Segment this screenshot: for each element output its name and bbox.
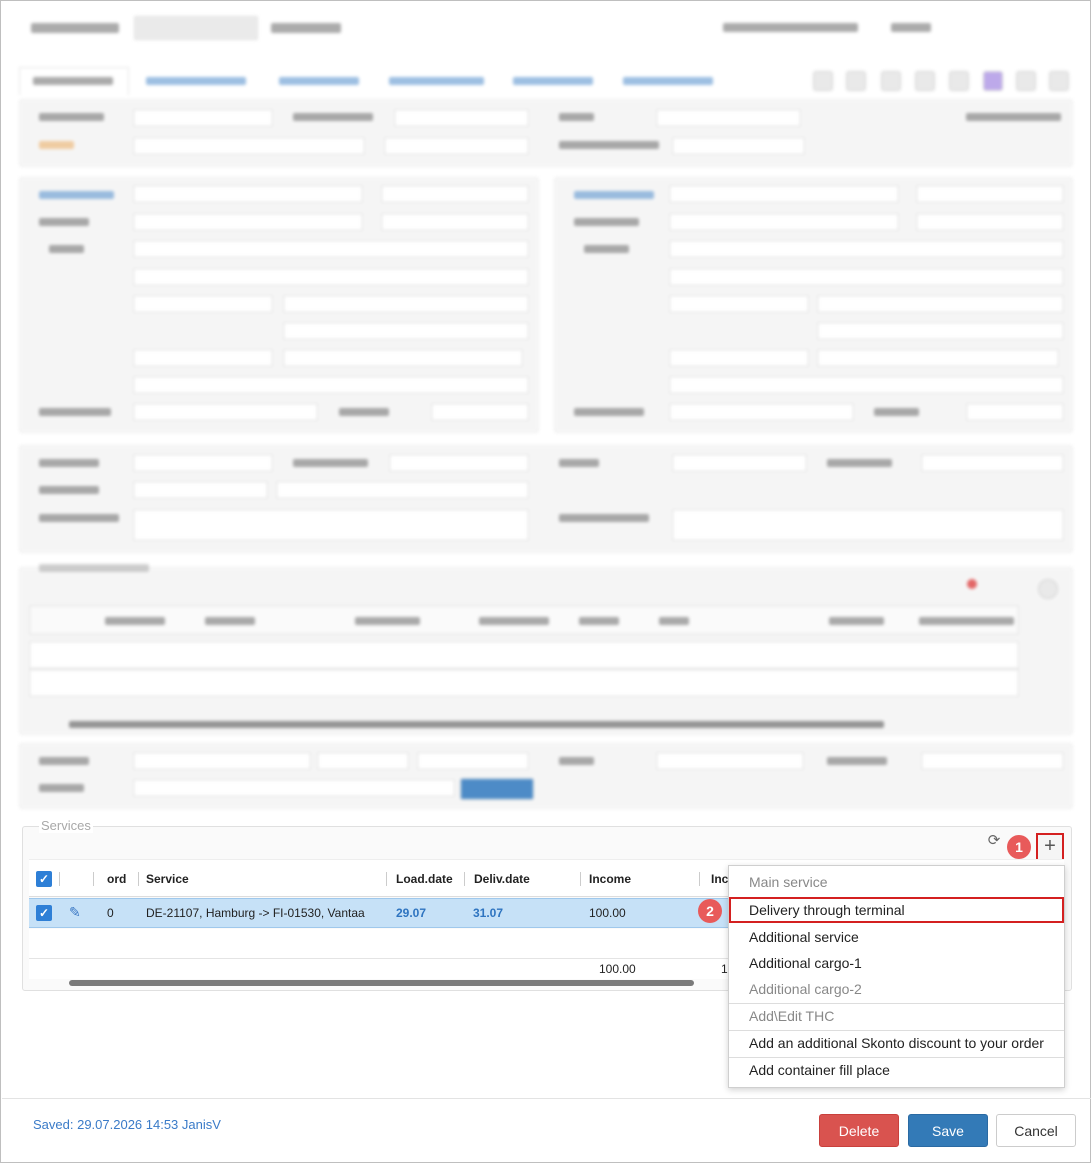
horizontal-scrollbar[interactable] xyxy=(69,980,694,986)
column-header-load-date[interactable]: Load.date xyxy=(390,860,453,898)
refresh-icon[interactable]: ⟳ xyxy=(986,833,1002,849)
menu-item-additional-service[interactable]: Additional service xyxy=(729,924,1064,950)
menu-item-container-fill-place[interactable]: Add container fill place xyxy=(729,1057,1064,1083)
menu-item-main-service: Main service xyxy=(749,874,828,890)
totals-row: 100.00 1 xyxy=(29,959,729,979)
select-all-checkbox[interactable]: ✓ xyxy=(36,871,52,887)
column-header-income[interactable]: Income xyxy=(583,860,631,898)
menu-item-add-edit-thc: Add\Edit THC xyxy=(749,1008,835,1024)
total-income: 100.00 xyxy=(599,962,636,976)
save-button[interactable]: Save xyxy=(908,1114,988,1147)
delete-button[interactable]: Delete xyxy=(819,1114,899,1147)
footer-divider xyxy=(2,1098,1091,1099)
row-service: DE-21107, Hamburg -> FI-01530, Vantaa xyxy=(146,906,365,920)
order-form-blurred xyxy=(1,1,1091,813)
add-service-menu: Main service Delivery through terminal A… xyxy=(728,865,1065,1088)
menu-item-additional-cargo-1[interactable]: Additional cargo-1 xyxy=(729,950,1064,976)
column-header-deliv-date[interactable]: Deliv.date xyxy=(468,860,530,898)
step-marker-2: 2 xyxy=(698,899,722,923)
column-header-service[interactable]: Service xyxy=(140,860,189,898)
total-next: 1 xyxy=(721,962,728,976)
pencil-icon[interactable]: ✎ xyxy=(69,904,81,921)
add-service-button[interactable]: + xyxy=(1036,833,1064,861)
menu-item-skonto-discount[interactable]: Add an additional Skonto discount to you… xyxy=(729,1030,1064,1056)
row-checkbox[interactable]: ✓ xyxy=(36,905,52,921)
saved-status: Saved: 29.07.2026 14:53 JanisV xyxy=(33,1117,221,1132)
row-income: 100.00 xyxy=(589,906,626,920)
table-row[interactable]: ✓ ✎ 0 DE-21107, Hamburg -> FI-01530, Van… xyxy=(29,898,729,928)
services-legend: Services xyxy=(39,818,93,833)
empty-row xyxy=(29,929,729,959)
row-ord: 0 xyxy=(107,906,114,920)
menu-item-delivery-through-terminal[interactable]: Delivery through terminal xyxy=(729,897,1064,923)
menu-item-additional-cargo-2: Additional cargo-2 xyxy=(749,981,862,997)
client-order-window: Services ⟳ 1 + ✓ ord Service Load.date D… xyxy=(0,0,1091,1163)
column-header-ord[interactable]: ord xyxy=(101,860,126,898)
step-marker-1: 1 xyxy=(1007,835,1031,859)
row-deliv-date[interactable]: 31.07 xyxy=(473,899,503,927)
column-header-inc[interactable]: Inc xyxy=(705,860,728,898)
cancel-button[interactable]: Cancel xyxy=(996,1114,1076,1147)
row-load-date[interactable]: 29.07 xyxy=(396,899,426,927)
